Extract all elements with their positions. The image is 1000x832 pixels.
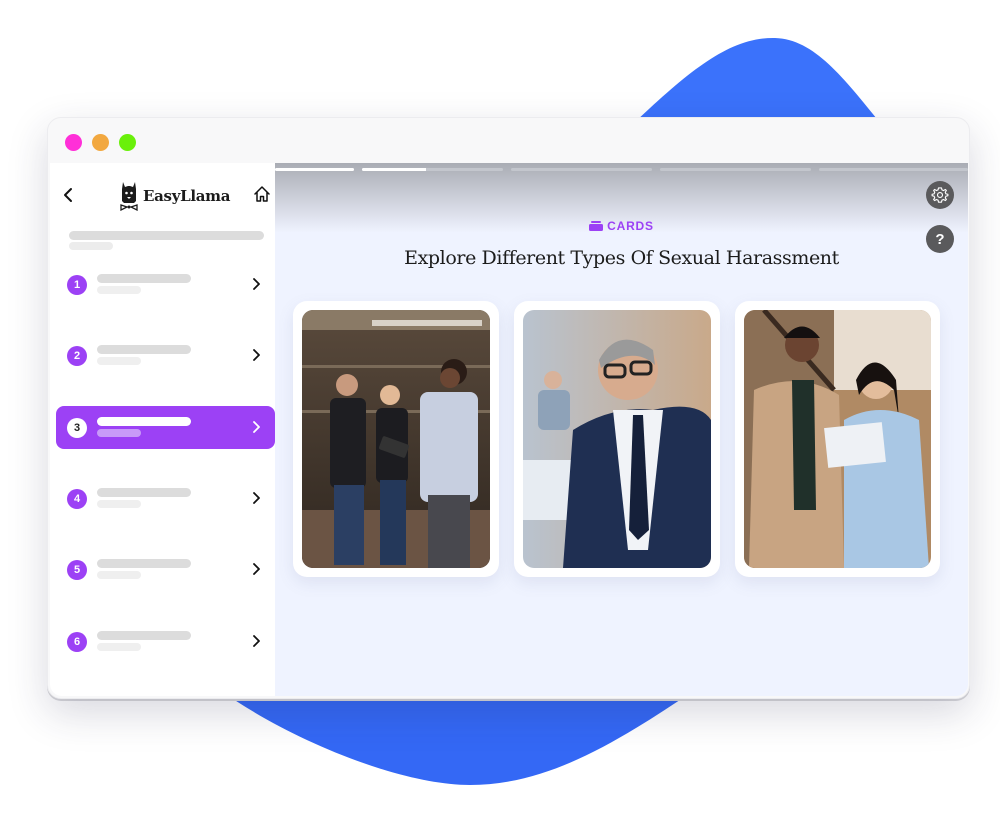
chapter-number-badge: 1 — [67, 275, 87, 295]
chevron-right-icon — [253, 278, 260, 290]
progress-segment — [275, 168, 355, 171]
back-button[interactable] — [58, 183, 78, 207]
close-window-button[interactable] — [65, 134, 82, 151]
progress-segment — [819, 168, 969, 171]
lesson-progress-bar — [275, 168, 969, 171]
topic-card[interactable] — [293, 301, 499, 577]
section-kicker: CARDS — [275, 219, 968, 233]
cards-stack-icon — [589, 221, 604, 231]
chapter-subtitle-placeholder — [97, 286, 141, 294]
progress-segment-fill — [362, 168, 426, 171]
chapter-item-1[interactable]: 1 — [56, 263, 275, 306]
topic-card[interactable] — [735, 301, 940, 577]
home-icon — [254, 186, 270, 202]
chapter-item-5[interactable]: 5 — [56, 548, 275, 591]
card-photo-team-meeting — [302, 310, 490, 568]
settings-button[interactable] — [926, 181, 954, 209]
chapter-item-3[interactable]: 3 — [56, 406, 275, 449]
chapter-title-placeholder — [97, 417, 191, 426]
decorative-blob-top — [632, 37, 880, 125]
decorative-blob-bottom — [220, 690, 695, 785]
chapter-title-placeholder — [97, 274, 191, 283]
chapter-title-placeholder — [97, 559, 191, 568]
chapter-title-placeholder — [97, 488, 191, 497]
chapter-number-badge: 2 — [67, 346, 87, 366]
llama-logo-icon — [120, 182, 138, 211]
progress-segment — [660, 168, 812, 171]
chapter-subtitle-placeholder — [97, 429, 141, 437]
chapter-number-badge: 4 — [67, 489, 87, 509]
brand-logo: EasyLlama — [120, 181, 230, 211]
chapter-number-badge: 6 — [67, 632, 87, 652]
lesson-content: ? CARDS Explore Different Types Of Sexua… — [275, 163, 969, 696]
chapter-subtitle-placeholder — [97, 357, 141, 365]
progress-segment — [511, 168, 653, 171]
brand-name: EasyLlama — [143, 187, 231, 205]
app-window: EasyLlama 1 2 3 4 5 6 ? CARDS Explore Differe… — [47, 117, 970, 699]
card-photo-businessman — [523, 310, 711, 568]
chevron-right-icon — [253, 349, 260, 361]
page-title: Explore Different Types Of Sexual Harass… — [404, 247, 839, 269]
chapter-subtitle-placeholder — [97, 643, 141, 651]
section-type-label: CARDS — [607, 219, 654, 233]
chapter-title-placeholder — [97, 345, 191, 354]
chevron-right-icon — [253, 421, 260, 433]
window-controls — [65, 134, 136, 151]
course-subtitle-placeholder — [69, 242, 113, 250]
course-sidebar: EasyLlama 1 2 3 4 5 6 — [50, 163, 275, 696]
progress-segment — [362, 168, 504, 171]
chevron-right-icon — [253, 492, 260, 504]
chapter-number-badge: 3 — [67, 418, 87, 438]
progress-segment-fill — [275, 168, 355, 171]
home-button[interactable] — [253, 185, 273, 205]
help-icon: ? — [935, 230, 945, 248]
chapter-subtitle-placeholder — [97, 500, 141, 508]
chapter-title-placeholder — [97, 631, 191, 640]
chapter-item-2[interactable]: 2 — [56, 334, 275, 377]
maximize-window-button[interactable] — [119, 134, 136, 151]
chapter-item-4[interactable]: 4 — [56, 477, 275, 520]
card-grid — [293, 301, 940, 577]
topic-card[interactable] — [514, 301, 720, 577]
chevron-right-icon — [253, 563, 260, 575]
course-title-placeholder — [69, 231, 264, 240]
chevron-right-icon — [253, 635, 260, 647]
chapter-number-badge: 5 — [67, 560, 87, 580]
card-photo-coworkers-document — [744, 310, 931, 568]
chapter-item-6[interactable]: 6 — [56, 620, 275, 663]
chevron-left-icon — [64, 188, 72, 202]
minimize-window-button[interactable] — [92, 134, 109, 151]
chapter-subtitle-placeholder — [97, 571, 141, 579]
gear-icon — [931, 187, 949, 203]
sidebar-header: EasyLlama — [50, 181, 275, 211]
